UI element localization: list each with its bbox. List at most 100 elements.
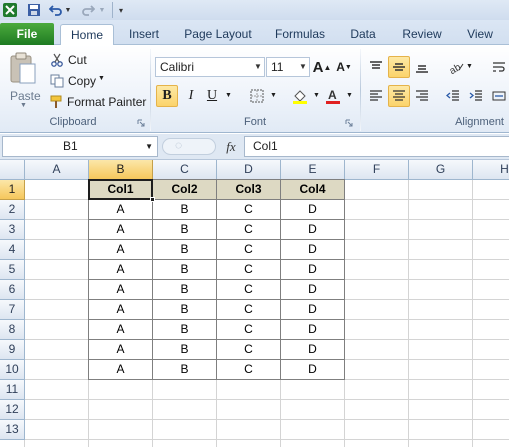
row-header-3[interactable]: 3 bbox=[0, 220, 25, 240]
table-cell[interactable]: C bbox=[217, 320, 280, 340]
clipboard-launcher-icon[interactable] bbox=[137, 119, 145, 127]
row-header-13[interactable]: 13 bbox=[0, 420, 25, 440]
merge-center-icon[interactable] bbox=[488, 85, 509, 107]
decrease-indent-icon[interactable] bbox=[442, 85, 464, 107]
borders-icon[interactable] bbox=[246, 85, 268, 107]
select-all-corner[interactable] bbox=[0, 160, 25, 180]
formula-bar-divider[interactable]: ◌ bbox=[162, 138, 216, 155]
name-box-dropdown-icon[interactable]: ▼ bbox=[145, 137, 153, 156]
row-header-9[interactable]: 9 bbox=[0, 340, 25, 360]
font-name-combo[interactable]: Calibri ▼ bbox=[155, 57, 265, 77]
fill-color-icon[interactable] bbox=[289, 85, 311, 107]
borders-dropdown-icon[interactable]: ▼ bbox=[270, 92, 277, 99]
align-left-icon[interactable] bbox=[365, 85, 387, 107]
align-top-icon[interactable] bbox=[365, 56, 387, 78]
wrap-text-icon[interactable] bbox=[488, 56, 509, 78]
copy-button[interactable]: Copy ▼ bbox=[48, 72, 108, 90]
tab-file[interactable]: File bbox=[0, 23, 54, 45]
tab-view[interactable]: View bbox=[460, 24, 500, 45]
table-cell[interactable]: A bbox=[89, 280, 152, 300]
font-color-icon[interactable]: A bbox=[322, 85, 344, 107]
align-middle-icon[interactable] bbox=[388, 56, 410, 78]
table-cell[interactable]: C bbox=[217, 220, 280, 240]
column-header-b[interactable]: B bbox=[89, 160, 153, 180]
increase-indent-icon[interactable] bbox=[465, 85, 487, 107]
italic-button[interactable]: I bbox=[180, 85, 202, 107]
redo-dropdown-icon[interactable]: ▼ bbox=[98, 2, 106, 18]
row-header-1[interactable]: 1 bbox=[0, 180, 25, 200]
align-right-icon[interactable] bbox=[411, 85, 433, 107]
table-cell[interactable]: B bbox=[153, 320, 216, 340]
save-icon[interactable] bbox=[26, 2, 42, 18]
cut-button[interactable]: Cut bbox=[48, 51, 92, 69]
table-cell[interactable]: C bbox=[217, 240, 280, 260]
customize-qat-icon[interactable]: ▾ bbox=[116, 2, 126, 18]
column-header-h[interactable]: H bbox=[473, 160, 509, 180]
font-launcher-icon[interactable] bbox=[345, 119, 353, 127]
row-header-10[interactable]: 10 bbox=[0, 360, 25, 380]
table-cell[interactable]: A bbox=[89, 240, 152, 260]
orientation-dropdown-icon[interactable]: ▼ bbox=[466, 63, 473, 70]
row-header-11[interactable]: 11 bbox=[0, 380, 25, 400]
column-header-g[interactable]: G bbox=[409, 160, 473, 180]
worksheet-grid[interactable]: A B C D E F G H 1 2 3 4 5 6 7 8 9 10 11 12 13 Col1 Col2 Col3 Col… bbox=[0, 160, 509, 447]
name-box[interactable]: B1 ▼ bbox=[2, 136, 158, 157]
table-cell[interactable]: B bbox=[153, 220, 216, 240]
column-header-c[interactable]: C bbox=[153, 160, 217, 180]
table-cell[interactable]: A bbox=[89, 220, 152, 240]
tab-page-layout[interactable]: Page Layout bbox=[179, 24, 257, 45]
formula-input[interactable]: Col1 bbox=[244, 136, 509, 157]
tab-home[interactable]: Home bbox=[60, 24, 114, 46]
paste-button[interactable]: Paste ▼ bbox=[4, 49, 42, 109]
table-cell[interactable]: B bbox=[153, 200, 216, 220]
table-cell[interactable]: C bbox=[217, 300, 280, 320]
undo-icon[interactable] bbox=[48, 2, 64, 18]
grow-font-icon[interactable]: A ▲ bbox=[311, 56, 333, 78]
table-cell[interactable]: A bbox=[89, 300, 152, 320]
table-cell[interactable]: B bbox=[153, 360, 216, 380]
row-header-4[interactable]: 4 bbox=[0, 240, 25, 260]
undo-dropdown-icon[interactable]: ▼ bbox=[64, 2, 72, 18]
table-cell[interactable]: D bbox=[281, 260, 344, 280]
font-size-combo[interactable]: 11 ▼ bbox=[266, 57, 310, 77]
row-header-12[interactable]: 12 bbox=[0, 400, 25, 420]
table-cell[interactable]: D bbox=[281, 280, 344, 300]
align-bottom-icon[interactable] bbox=[411, 56, 433, 78]
table-cell[interactable]: C bbox=[217, 340, 280, 360]
table-cell[interactable]: D bbox=[281, 240, 344, 260]
underline-dropdown-icon[interactable]: ▼ bbox=[225, 92, 232, 99]
font-size-dropdown-icon[interactable]: ▼ bbox=[297, 58, 309, 76]
table-cell[interactable]: B bbox=[153, 240, 216, 260]
table-cell[interactable]: D bbox=[281, 320, 344, 340]
row-header-8[interactable]: 8 bbox=[0, 320, 25, 340]
redo-icon[interactable] bbox=[80, 2, 96, 18]
column-header-f[interactable]: F bbox=[345, 160, 409, 180]
row-header-2[interactable]: 2 bbox=[0, 200, 25, 220]
underline-button[interactable]: U bbox=[201, 85, 223, 107]
table-cell[interactable]: C bbox=[217, 200, 280, 220]
row-header-7[interactable]: 7 bbox=[0, 300, 25, 320]
column-header-e[interactable]: E bbox=[281, 160, 345, 180]
row-header-5[interactable]: 5 bbox=[0, 260, 25, 280]
tab-formulas[interactable]: Formulas bbox=[269, 24, 331, 45]
fill-handle[interactable] bbox=[150, 197, 155, 202]
table-cell[interactable]: A bbox=[89, 260, 152, 280]
tab-review[interactable]: Review bbox=[396, 24, 448, 45]
table-cell[interactable]: D bbox=[281, 340, 344, 360]
table-cell[interactable]: A bbox=[89, 340, 152, 360]
orientation-icon[interactable]: ab bbox=[446, 56, 468, 78]
table-cell[interactable]: C bbox=[217, 260, 280, 280]
table-cell[interactable]: D bbox=[281, 200, 344, 220]
fill-color-dropdown-icon[interactable]: ▼ bbox=[313, 92, 320, 99]
table-cell[interactable]: C bbox=[217, 280, 280, 300]
table-cell[interactable]: D bbox=[281, 360, 344, 380]
table-header-cell[interactable]: Col2 bbox=[153, 180, 216, 200]
font-color-dropdown-icon[interactable]: ▼ bbox=[346, 92, 353, 99]
align-center-icon[interactable] bbox=[388, 85, 410, 107]
table-cell[interactable]: D bbox=[281, 220, 344, 240]
table-cell[interactable]: B bbox=[153, 260, 216, 280]
table-cell[interactable]: A bbox=[89, 320, 152, 340]
table-cell[interactable]: A bbox=[89, 200, 152, 220]
table-cell[interactable]: D bbox=[281, 300, 344, 320]
tab-insert[interactable]: Insert bbox=[121, 24, 167, 45]
